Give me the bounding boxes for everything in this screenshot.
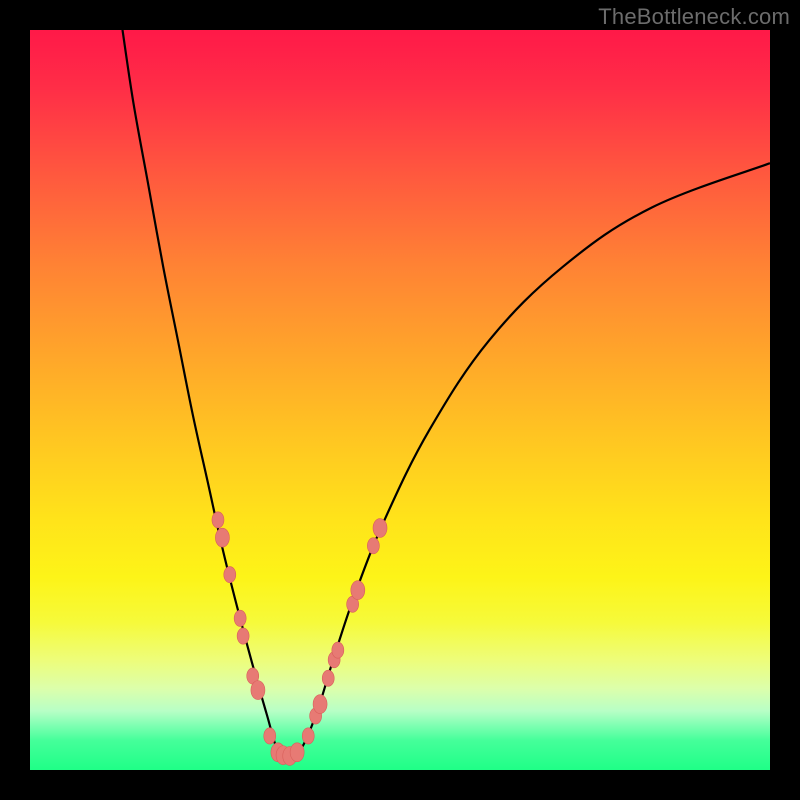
data-marker (234, 610, 246, 626)
watermark-text: TheBottleneck.com (598, 4, 790, 30)
data-marker (332, 642, 344, 658)
data-marker (302, 728, 314, 744)
data-marker (322, 670, 334, 686)
data-marker (237, 628, 249, 644)
bottleneck-curve (123, 30, 771, 763)
data-marker (212, 512, 224, 528)
data-marker (373, 519, 387, 538)
data-marker (313, 695, 327, 714)
data-marker (251, 681, 265, 700)
data-marker (367, 538, 379, 554)
data-marker (290, 743, 304, 762)
marker-layer (212, 512, 387, 766)
plot-area (30, 30, 770, 770)
data-marker (264, 728, 276, 744)
data-marker (351, 581, 365, 600)
data-marker (215, 528, 229, 547)
chart-svg (30, 30, 770, 770)
chart-frame: TheBottleneck.com (0, 0, 800, 800)
data-marker (224, 567, 236, 583)
